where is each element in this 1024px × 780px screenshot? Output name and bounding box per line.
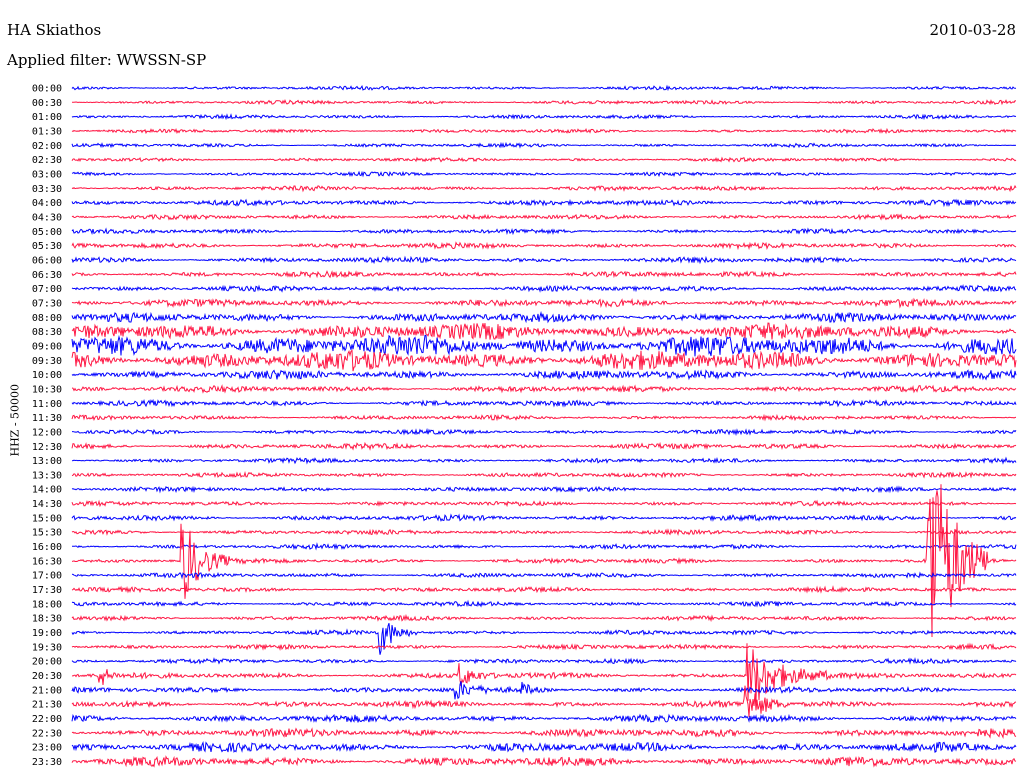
- row-time-label: 16:30: [32, 556, 62, 567]
- helicorder-plot: 00:00 00:30 01:00 01:30 02:00 02:30 03:00 03:30…: [32, 84, 1017, 769]
- row-time-label: 09:30: [32, 356, 62, 367]
- trace-row: [71, 484, 1017, 638]
- trace-row: [71, 384, 1017, 394]
- trace-row: [71, 368, 1017, 381]
- trace-row: [71, 499, 1017, 508]
- trace-row: [71, 513, 1017, 523]
- row-time-label: 19:30: [32, 642, 62, 653]
- trace-row: [71, 599, 1017, 608]
- row-time-label: 05:00: [32, 227, 62, 238]
- trace-row: [71, 283, 1017, 293]
- row-time-label: 07:30: [32, 298, 62, 309]
- time-tick-labels: 00:00 00:30 01:00 01:30 02:00 02:30 03:00 03:30…: [32, 84, 62, 769]
- row-time-label: 02:00: [32, 141, 62, 152]
- row-time-label: 06:00: [32, 255, 62, 266]
- trace-row: [71, 241, 1017, 251]
- row-time-label: 14:30: [32, 499, 62, 510]
- row-time-label: 20:00: [32, 657, 62, 668]
- row-time-label: 23:30: [32, 757, 62, 768]
- trace-row: [71, 643, 1017, 703]
- trace-row: [71, 297, 1017, 309]
- row-time-label: 12:00: [32, 427, 62, 438]
- trace-row: [71, 441, 1017, 451]
- trace-row: [71, 727, 1017, 740]
- row-time-label: 16:00: [32, 542, 62, 553]
- row-time-label: 13:00: [32, 456, 62, 467]
- trace-row: [71, 740, 1017, 753]
- row-time-label: 04:00: [32, 198, 62, 209]
- row-time-label: 03:30: [32, 184, 62, 195]
- trace-row: [71, 456, 1017, 465]
- trace-row: [71, 255, 1017, 265]
- trace-row: [71, 113, 1017, 121]
- row-time-label: 13:30: [32, 470, 62, 481]
- trace-row: [71, 184, 1017, 193]
- trace-row: [71, 413, 1017, 422]
- trace-row: [71, 681, 1017, 700]
- row-time-label: 15:00: [32, 513, 62, 524]
- seismic-traces: [71, 84, 1017, 768]
- trace-row: [71, 127, 1017, 135]
- trace-row: [71, 642, 1017, 651]
- row-time-label: 23:00: [32, 743, 62, 754]
- row-time-label: 02:30: [32, 155, 62, 166]
- trace-row: [71, 213, 1017, 222]
- row-time-label: 10:30: [32, 384, 62, 395]
- trace-row: [71, 322, 1017, 341]
- row-time-label: 01:00: [32, 112, 62, 123]
- trace-row: [71, 623, 1017, 655]
- row-time-label: 15:30: [32, 528, 62, 539]
- row-time-label: 07:00: [32, 284, 62, 295]
- row-time-label: 21:00: [32, 685, 62, 696]
- trace-row: [71, 585, 1017, 594]
- row-time-label: 05:30: [32, 241, 62, 252]
- row-time-label: 03:00: [32, 169, 62, 180]
- trace-row: [71, 227, 1017, 236]
- row-time-label: 22:30: [32, 728, 62, 739]
- row-time-label: 18:30: [32, 614, 62, 625]
- trace-row: [71, 141, 1017, 149]
- trace-row: [71, 198, 1017, 208]
- row-time-label: 10:00: [32, 370, 62, 381]
- trace-row: [71, 398, 1017, 408]
- trace-row: [71, 349, 1017, 372]
- row-time-label: 11:00: [32, 399, 62, 410]
- row-time-label: 00:30: [32, 98, 62, 109]
- row-time-label: 04:30: [32, 212, 62, 223]
- row-time-label: 21:30: [32, 700, 62, 711]
- row-time-label: 22:00: [32, 714, 62, 725]
- trace-row: [71, 571, 1017, 580]
- row-time-label: 01:30: [32, 126, 62, 137]
- row-time-label: 17:30: [32, 585, 62, 596]
- row-time-label: 12:30: [32, 442, 62, 453]
- trace-row: [71, 99, 1017, 106]
- row-time-label: 09:00: [32, 341, 62, 352]
- trace-row: [71, 713, 1017, 723]
- row-time-label: 08:00: [32, 313, 62, 324]
- row-time-label: 18:00: [32, 599, 62, 610]
- trace-row: [71, 84, 1017, 92]
- trace-row: [71, 310, 1017, 324]
- row-time-label: 19:00: [32, 628, 62, 639]
- row-time-label: 08:30: [32, 327, 62, 338]
- row-time-label: 00:00: [32, 84, 62, 95]
- trace-row: [71, 270, 1017, 279]
- trace-row: [71, 334, 1017, 357]
- trace-row: [71, 755, 1017, 768]
- trace-row: [71, 657, 1017, 665]
- trace-row: [71, 156, 1017, 163]
- trace-row: [71, 613, 1017, 623]
- trace-row: [71, 528, 1017, 536]
- trace-row: [72, 427, 1017, 437]
- trace-row: [71, 471, 1017, 479]
- row-time-label: 14:00: [32, 485, 62, 496]
- row-time-label: 11:30: [32, 413, 62, 424]
- trace-row: [72, 542, 1017, 551]
- trace-row: [71, 485, 1017, 494]
- row-time-label: 20:30: [32, 671, 62, 682]
- row-time-label: 17:00: [32, 571, 62, 582]
- trace-row: [71, 170, 1017, 178]
- row-time-label: 06:30: [32, 270, 62, 281]
